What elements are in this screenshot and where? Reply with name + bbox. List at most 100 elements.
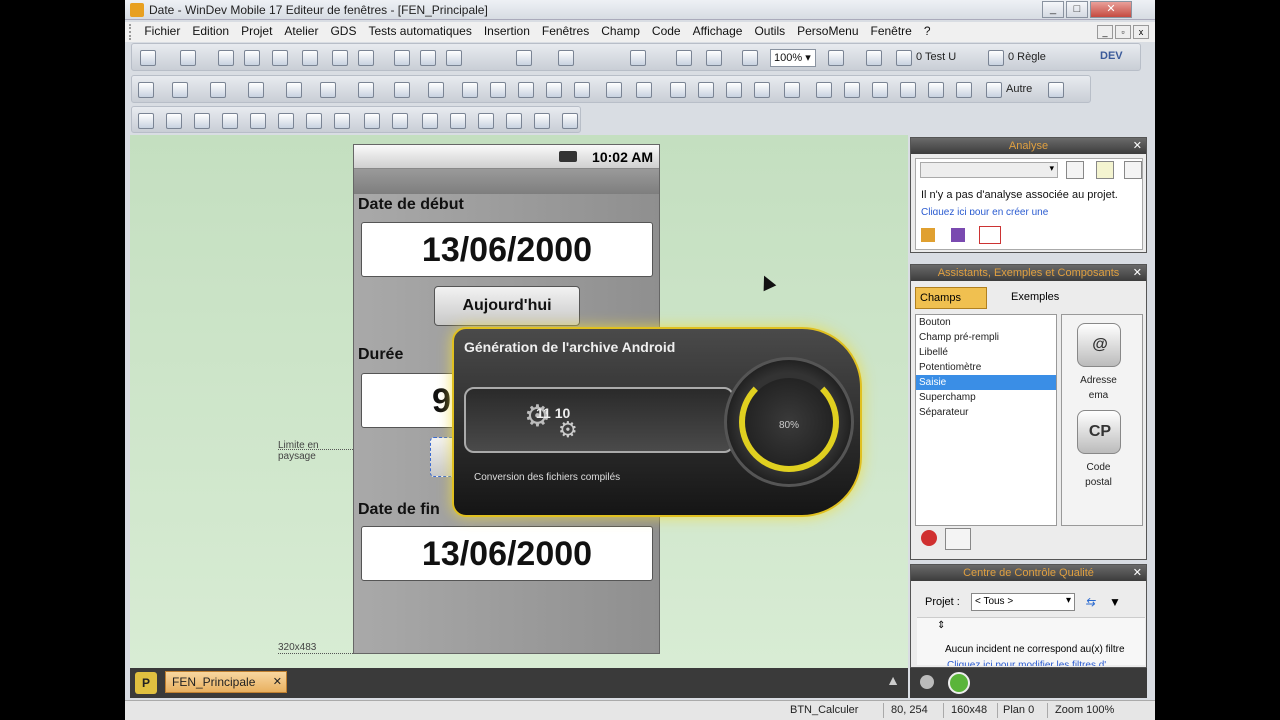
list-item[interactable]: Séparateur <box>916 405 1056 420</box>
align-center-icon[interactable] <box>166 113 182 129</box>
menu-code[interactable]: Code <box>646 22 687 40</box>
sphere-icon[interactable] <box>670 82 686 98</box>
list-item[interactable]: Champ pré-rempli <box>916 330 1056 345</box>
mdi-minimize-button[interactable]: _ <box>1097 25 1113 39</box>
menu-gds[interactable]: GDS <box>324 22 362 40</box>
report-control-icon[interactable] <box>816 82 832 98</box>
close-quality-pane-icon[interactable]: ✕ <box>1133 565 1142 581</box>
menu-affichage[interactable]: Affichage <box>687 22 749 40</box>
tab-champs[interactable]: Champs <box>915 287 987 309</box>
align-right-icon[interactable] <box>194 113 210 129</box>
tab-control-icon[interactable] <box>546 82 562 98</box>
menu-champ[interactable]: Champ <box>595 22 646 40</box>
pane-tab-icon-2[interactable] <box>951 228 965 242</box>
list-control-icon[interactable] <box>394 82 410 98</box>
refresh-icon[interactable]: ⇆ <box>1085 595 1099 609</box>
plus-icon[interactable] <box>986 82 1002 98</box>
go-icon[interactable] <box>676 50 692 66</box>
menu-insertion[interactable]: Insertion <box>478 22 536 40</box>
stop-icon[interactable] <box>921 530 937 546</box>
same-height-icon[interactable] <box>334 113 350 129</box>
extra-icon[interactable] <box>1048 82 1064 98</box>
chevron-up-icon[interactable]: ▲ <box>886 672 900 688</box>
gallery-item-postal-code[interactable]: CP Code postal <box>1072 410 1122 490</box>
list-item[interactable]: Bouton <box>916 315 1056 330</box>
align-left-icon[interactable] <box>138 113 154 129</box>
project-filter-combo[interactable]: < Tous > ▾ <box>971 593 1075 611</box>
distribute-v-icon[interactable] <box>392 113 408 129</box>
button-control-icon[interactable] <box>248 82 264 98</box>
window-editor-canvas[interactable]: 10:02 AM Date de début 13/06/2000 Aujour… <box>130 135 908 668</box>
analyse-new-icon[interactable] <box>1066 161 1084 179</box>
layer-down-icon[interactable] <box>562 113 578 129</box>
combo-control-icon[interactable] <box>518 82 534 98</box>
swirl-icon[interactable] <box>244 50 260 66</box>
eye-icon[interactable] <box>138 82 154 98</box>
list-item-selected[interactable]: Saisie <box>916 375 1056 390</box>
tab-fen-principale[interactable]: FEN_Principale ✕ <box>165 671 287 693</box>
list-item[interactable]: Libellé <box>916 345 1056 360</box>
undo-icon[interactable] <box>516 50 532 66</box>
open-icon[interactable] <box>180 50 196 66</box>
menu-atelier[interactable]: Atelier <box>278 22 324 40</box>
progress-control-icon[interactable] <box>636 82 652 98</box>
filter-icon[interactable]: ▼ <box>1109 595 1123 609</box>
distribute-h-icon[interactable] <box>364 113 380 129</box>
group-icon[interactable] <box>422 113 438 129</box>
layer-icon[interactable] <box>866 50 882 66</box>
popup-control-icon[interactable] <box>928 82 944 98</box>
close-window-button[interactable]: ✕ <box>1090 1 1132 18</box>
layer-up-icon[interactable] <box>534 113 550 129</box>
go-project-icon[interactable] <box>706 50 722 66</box>
mdi-close-button[interactable]: x <box>1133 25 1149 39</box>
date-debut-field[interactable]: 13/06/2000 <box>361 222 653 277</box>
globe-icon[interactable] <box>698 82 714 98</box>
mdi-restore-button[interactable]: ▫ <box>1115 25 1131 39</box>
paste-icon[interactable] <box>446 50 462 66</box>
copy-icon[interactable] <box>420 50 436 66</box>
analyse-create-link[interactable]: Cliquez ici pour en créer une <box>921 207 1048 215</box>
redo-icon[interactable] <box>558 50 574 66</box>
compare-icon[interactable] <box>272 50 288 66</box>
toolbar-control-icon[interactable] <box>574 82 590 98</box>
looper-control-icon[interactable] <box>428 82 444 98</box>
anchor-icon[interactable] <box>478 113 494 129</box>
table-control-icon[interactable] <box>462 82 478 98</box>
test-icon[interactable] <box>896 50 912 66</box>
analyse-combo[interactable]: ▾ <box>920 162 1058 178</box>
tab-exemples[interactable]: Exemples <box>991 287 1071 309</box>
autre-label[interactable]: Autre <box>1006 83 1032 95</box>
menu-fenetre[interactable]: Fenêtre <box>865 22 918 40</box>
quality-check-icon[interactable] <box>948 672 970 694</box>
cut-icon[interactable] <box>394 50 410 66</box>
edit-control-icon[interactable] <box>210 82 226 98</box>
close-tab-icon[interactable]: ✕ <box>273 672 282 692</box>
menu-projet[interactable]: Projet <box>235 22 278 40</box>
zoom-combo[interactable]: 100% ▾ <box>770 49 816 67</box>
menu-edition[interactable]: Edition <box>186 22 235 40</box>
structure-icon[interactable] <box>302 50 318 66</box>
dollar-icon[interactable] <box>956 82 972 98</box>
tab-order-icon[interactable] <box>506 113 522 129</box>
menu-tests-automatiques[interactable]: Tests automatiques <box>362 22 477 40</box>
web-icon[interactable] <box>726 82 742 98</box>
orange-circle-icon[interactable] <box>784 82 800 98</box>
aujourdhui-button[interactable]: Aujourd'hui <box>434 286 580 326</box>
pane-mini-icon[interactable] <box>920 675 934 689</box>
tools-icon[interactable] <box>742 50 758 66</box>
sort-icon[interactable]: ⇕ <box>937 620 945 631</box>
project-button[interactable]: P <box>135 672 157 694</box>
analyse-open-icon[interactable] <box>1096 161 1114 179</box>
gauge-control-icon[interactable] <box>606 82 622 98</box>
menu-help[interactable]: ? <box>918 22 937 40</box>
maximize-button[interactable]: □ <box>1066 1 1088 18</box>
menu-outils[interactable]: Outils <box>748 22 791 40</box>
pane-tab-icon-1[interactable] <box>921 228 935 242</box>
wand-icon[interactable] <box>945 528 971 550</box>
image-control-icon[interactable] <box>286 82 302 98</box>
calendar-control-icon[interactable] <box>872 82 888 98</box>
close-assistants-pane-icon[interactable]: ✕ <box>1133 265 1142 281</box>
save-icon[interactable] <box>218 50 234 66</box>
print-icon[interactable] <box>332 50 348 66</box>
list-item[interactable]: Superchamp <box>916 390 1056 405</box>
